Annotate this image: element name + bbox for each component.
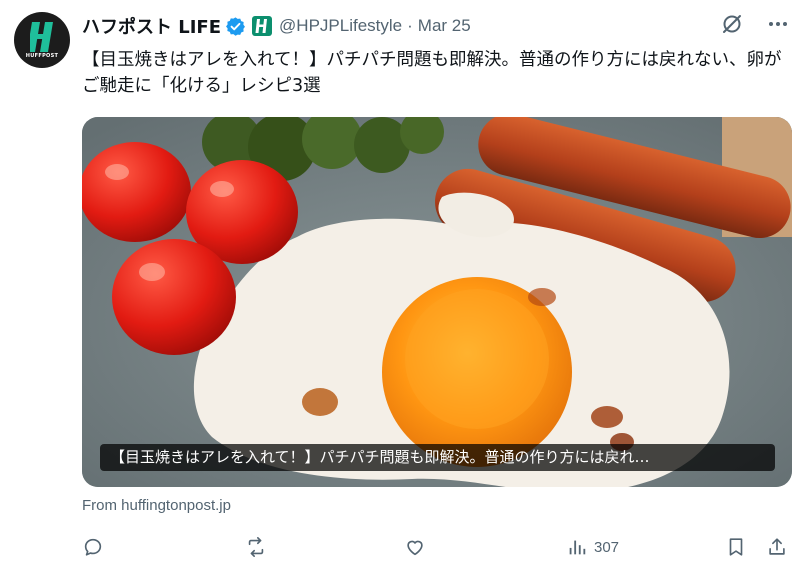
bookmark-icon (729, 538, 743, 556)
post-header: ハフポスト LIFE @HPJPLifestyle · Mar 25 (82, 12, 471, 40)
more-icon[interactable] (766, 12, 790, 36)
post-text: 【目玉焼きはアレを入れて！】パチパチ問題も即解決。普通の作り方には戻れない、卵が… (82, 50, 782, 96)
avatar-label: HUFFPOST (25, 53, 59, 59)
header-actions (720, 12, 790, 36)
handle[interactable]: @HPJPLifestyle (279, 16, 402, 36)
separator: · (407, 16, 413, 35)
media-caption: 【目玉焼きはアレを入れて！】パチパチ問題も即解決。普通の作り方には戻れ… (100, 444, 775, 471)
repost-button[interactable] (245, 536, 267, 558)
verified-icon[interactable] (225, 16, 246, 37)
like-icon (407, 540, 423, 556)
share-icon (769, 538, 785, 555)
link-source[interactable]: From huffingtonpost.jp (82, 497, 231, 514)
views-count: 307 (594, 538, 620, 556)
reply-icon (84, 538, 102, 556)
fried-egg-photo (82, 117, 792, 487)
bookmark-button[interactable] (725, 536, 747, 558)
post-media[interactable]: 【目玉焼きはアレを入れて！】パチパチ問題も即解決。普通の作り方には戻れ… (82, 117, 792, 487)
action-bar: 307 (82, 532, 792, 564)
huffpost-logo-icon (30, 22, 53, 52)
repost-icon (248, 537, 264, 557)
avatar[interactable]: HUFFPOST (14, 12, 70, 68)
display-name[interactable]: ハフポスト LIFE (82, 13, 221, 39)
affiliate-badge-icon[interactable] (252, 16, 273, 36)
views-button[interactable]: 307 (566, 536, 619, 558)
reply-button[interactable] (82, 536, 104, 558)
like-button[interactable] (404, 536, 426, 558)
share-button[interactable] (766, 536, 788, 558)
post-date[interactable]: Mar 25 (418, 16, 471, 36)
grok-icon[interactable] (720, 12, 744, 36)
views-icon (569, 540, 586, 555)
